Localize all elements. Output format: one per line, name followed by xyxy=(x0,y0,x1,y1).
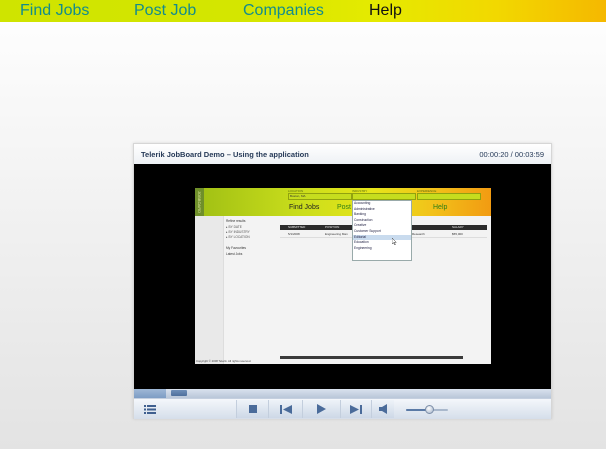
recorded-side-item: Refine results xyxy=(226,219,246,223)
recorded-cursor-icon xyxy=(392,238,397,245)
playlist-icon xyxy=(144,404,156,414)
volume-button[interactable] xyxy=(371,400,394,418)
recorded-col-header: POSITION xyxy=(325,225,340,229)
recorded-experience-select xyxy=(417,193,481,200)
top-nav-bar: Find Jobs Post Job Companies Help xyxy=(0,0,606,22)
recorded-side-item: ▸ BY LOCATION xyxy=(226,235,250,239)
recorded-logo: JOBBOARD xyxy=(195,188,204,216)
recorded-side-item: Latest Jobs xyxy=(226,252,243,256)
video-area[interactable]: JOBBOARD LOCATION INDUSTRY EXPERIENCE Bo… xyxy=(134,164,551,389)
recorded-side-item: My Favourites xyxy=(226,246,247,250)
recorded-nav-help: Help xyxy=(433,204,448,211)
next-button[interactable] xyxy=(340,400,371,418)
seek-bar[interactable] xyxy=(134,389,551,398)
volume-icon xyxy=(378,404,387,414)
previous-button[interactable] xyxy=(268,400,302,418)
recorded-col-header: SUBMITTED xyxy=(288,225,306,229)
playlist-button[interactable] xyxy=(139,400,161,418)
seek-handle[interactable] xyxy=(171,390,188,396)
seek-bar-fill xyxy=(134,389,167,398)
video-time: 00:00:20 / 00:03:59 xyxy=(479,150,544,159)
next-icon xyxy=(350,404,362,414)
recorded-nav-find-jobs: Find Jobs xyxy=(289,204,320,211)
play-button[interactable] xyxy=(302,400,340,418)
video-player: Telerik JobBoard Demo – Using the applic… xyxy=(133,143,552,419)
recorded-scrollbar xyxy=(280,356,463,359)
nav-help[interactable]: Help xyxy=(369,1,402,21)
stop-button[interactable] xyxy=(236,400,268,418)
nav-post-job[interactable]: Post Job xyxy=(134,1,196,21)
recorded-banner: JOBBOARD LOCATION INDUSTRY EXPERIENCE Bo… xyxy=(195,188,491,216)
recorded-dropdown-item: Engineering xyxy=(354,245,372,250)
recorded-industry-dropdown: Accounting Administrative Banking Constr… xyxy=(352,200,412,261)
recorded-industry-select xyxy=(352,193,416,200)
recorded-nav-post: Post xyxy=(337,204,352,211)
recorded-cell: Engineering Man xyxy=(325,232,348,236)
recorded-col-header: SALARY xyxy=(452,225,464,229)
recorded-sidebar xyxy=(195,216,224,364)
stop-icon xyxy=(248,405,257,413)
video-title: Telerik JobBoard Demo – Using the applic… xyxy=(141,150,309,159)
player-controls xyxy=(134,398,551,419)
previous-icon xyxy=(279,404,292,414)
play-icon xyxy=(317,404,326,414)
nav-find-jobs[interactable]: Find Jobs xyxy=(20,1,89,21)
recorded-cell: 5/1/2008 xyxy=(288,232,300,236)
recorded-side-item: ▸ BY DATE xyxy=(226,225,242,229)
volume-slider-knob[interactable] xyxy=(424,405,434,414)
nav-companies[interactable]: Companies xyxy=(243,1,324,21)
recorded-side-item: ▸ BY INDUSTRY xyxy=(226,230,250,234)
recorded-cell: $55,000 xyxy=(452,232,463,236)
player-header: Telerik JobBoard Demo – Using the applic… xyxy=(134,144,551,165)
recorded-screen: JOBBOARD LOCATION INDUSTRY EXPERIENCE Bo… xyxy=(195,188,491,364)
recorded-location-select: Boston, MA xyxy=(288,193,352,200)
recorded-footer: Copyright © 2008 Telerik. All rights res… xyxy=(196,359,252,363)
recorded-cell: Research xyxy=(412,232,425,236)
